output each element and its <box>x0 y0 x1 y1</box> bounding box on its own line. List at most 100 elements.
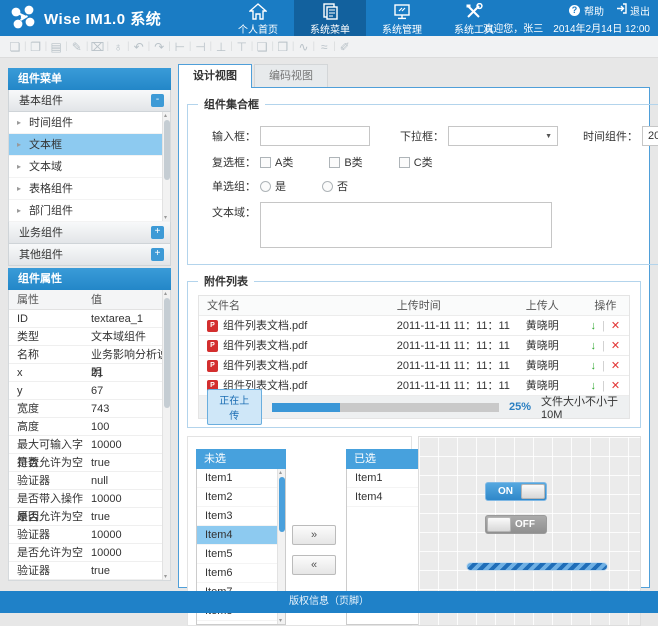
delete-icon[interactable]: ✕ <box>611 316 620 336</box>
copyright-text: 版权信息（页脚） <box>289 596 369 607</box>
table-row: P组件列表文档.pdf 2011-11-11 11：11：11 黄晓明 ↓|✕ <box>199 336 629 356</box>
align-bottom-icon[interactable]: ⊥ <box>212 40 230 54</box>
textarea-field[interactable] <box>260 202 552 248</box>
menu-item-department-component[interactable]: 部门组件 <box>9 200 170 222</box>
curve-icon[interactable]: ∿ <box>295 40 313 54</box>
publish-icon[interactable]: ♁ <box>109 40 127 54</box>
file-name[interactable]: 组件列表文档.pdf <box>223 336 307 356</box>
move-left-button[interactable]: « <box>292 555 336 575</box>
radio-option-no[interactable]: 否 <box>322 178 348 194</box>
pencil-icon[interactable]: ✐ <box>336 40 354 54</box>
toggle-knob[interactable] <box>487 517 511 532</box>
delete-icon[interactable]: ✕ <box>611 356 620 376</box>
expand-icon[interactable]: + <box>151 248 164 261</box>
dropdown-select[interactable]: ▼ <box>448 126 558 146</box>
align-top-icon[interactable]: ⊤ <box>233 40 251 54</box>
menu-item-time-component[interactable]: 时间组件 <box>9 112 170 134</box>
menu-item-textarea[interactable]: 文本域 <box>9 156 170 178</box>
nav-label: 系统管理 <box>366 21 438 36</box>
import-icon[interactable]: ❒ <box>274 40 292 54</box>
checkbox-icon[interactable] <box>329 157 340 168</box>
collapse-icon[interactable]: - <box>151 94 164 107</box>
new-file-icon[interactable]: ❏ <box>6 40 24 54</box>
property-row: 验证器true <box>9 562 170 580</box>
list-item[interactable]: Item6 <box>197 564 285 583</box>
list-item[interactable]: Item3 <box>197 507 285 526</box>
open-folder-icon[interactable]: ❐ <box>27 40 45 54</box>
app-title: Wise IM1.0 系统 <box>44 8 161 29</box>
menu-item-textbox[interactable]: 文本框 <box>9 134 170 156</box>
list-item[interactable]: Item5 <box>197 545 285 564</box>
nav-item-home[interactable]: 个人首页 <box>222 0 294 36</box>
file-name[interactable]: 组件列表文档.pdf <box>223 356 307 376</box>
help-link[interactable]: 帮助 <box>584 3 604 18</box>
download-icon[interactable]: ↓ <box>591 336 597 356</box>
nav-item-system-menu[interactable]: 系统菜单 <box>294 0 366 36</box>
expand-icon[interactable]: + <box>151 226 164 239</box>
prop-name: y <box>9 382 87 399</box>
uploading-button[interactable]: 正在上传 <box>207 389 262 425</box>
radio-icon[interactable] <box>322 181 333 192</box>
date-value: 2012-07-01 <box>648 130 658 142</box>
file-name[interactable]: 组件列表文档.pdf <box>223 316 307 336</box>
text-input[interactable] <box>260 126 370 146</box>
upload-progress-fill <box>272 403 340 412</box>
undo-icon[interactable]: ↶ <box>130 40 148 54</box>
spline-icon[interactable]: ≈ <box>315 40 333 54</box>
save-icon[interactable]: ▤ <box>47 40 65 54</box>
logout-label: 退出 <box>630 3 650 18</box>
prop-value: 文本域组件 <box>87 328 170 345</box>
list-item-selected[interactable]: Item4 <box>197 526 285 545</box>
select-label: 下拉框： <box>388 128 444 144</box>
export-icon[interactable]: ❑ <box>253 40 271 54</box>
delete-icon[interactable]: ✕ <box>611 336 620 356</box>
checkbox-icon[interactable] <box>260 157 271 168</box>
main-area: 设计视图 编码视图 组件集合框 输入框： 下拉框： ▼ 时间组件： 2012-0… <box>178 64 650 87</box>
move-right-button[interactable]: » <box>292 525 336 545</box>
checkbox-option-c[interactable]: C类 <box>399 154 433 170</box>
list-item[interactable]: Item2 <box>197 488 285 507</box>
radio-group-label: 单选组： <box>198 178 256 194</box>
delete-icon[interactable]: ⌧ <box>88 40 106 54</box>
tab-code-view[interactable]: 编码视图 <box>254 64 328 87</box>
radio-option-yes[interactable]: 是 <box>260 178 286 194</box>
download-icon[interactable]: ↓ <box>591 356 597 376</box>
align-right-icon[interactable]: ⊣ <box>191 40 209 54</box>
properties-scrollbar[interactable] <box>162 290 170 580</box>
pdf-icon: P <box>207 320 218 332</box>
upload-time: 2011-11-11 11：11：11 <box>397 336 526 355</box>
radio-icon[interactable] <box>260 181 271 192</box>
prop-value: 100 <box>87 418 170 435</box>
menu-item-table-component[interactable]: 表格组件 <box>9 178 170 200</box>
toggle-switch-on[interactable]: ON <box>485 482 547 501</box>
design-canvas: 组件集合框 输入框： 下拉框： ▼ 时间组件： 2012-07-01 复选框： … <box>178 87 650 588</box>
checkbox-option-b[interactable]: B类 <box>329 154 362 170</box>
list-item[interactable]: Item1 <box>197 469 285 488</box>
accordion-business-components[interactable]: 业务组件 + <box>8 222 171 244</box>
accordion-other-components[interactable]: 其他组件 + <box>8 244 171 266</box>
menu-scrollbar[interactable] <box>162 112 170 221</box>
edit-icon[interactable]: ✎ <box>68 40 86 54</box>
prop-name: 类型 <box>9 328 87 345</box>
checkbox-icon[interactable] <box>399 157 410 168</box>
toggle-switch-off[interactable]: OFF <box>485 515 547 534</box>
checkbox-option-a[interactable]: A类 <box>260 154 293 170</box>
align-left-icon[interactable]: ⊢ <box>171 40 189 54</box>
accordion-basic-components[interactable]: 基本组件 - <box>8 90 171 112</box>
redo-icon[interactable]: ↷ <box>150 40 168 54</box>
unselected-list-title: 未选 <box>196 449 286 469</box>
logout-link[interactable]: 退出 <box>616 3 650 18</box>
toggle-knob[interactable] <box>521 484 545 499</box>
tab-design-view[interactable]: 设计视图 <box>178 64 252 88</box>
property-row: 类型文本域组件 <box>9 328 170 346</box>
accordion-label: 其他组件 <box>19 245 63 265</box>
pdf-icon: P <box>207 360 218 372</box>
prop-value: 21 <box>87 364 170 381</box>
nav-item-system-management[interactable]: 系统管理 <box>366 0 438 36</box>
sidebar: 组件菜单 基本组件 - 时间组件 文本框 文本域 表格组件 部门组件 业务组件 … <box>8 68 171 581</box>
property-row: 是否允许为空true <box>9 454 170 472</box>
top-nav: 个人首页 系统菜单 系统管理 系统工具 <box>222 0 510 36</box>
download-icon[interactable]: ↓ <box>591 316 597 336</box>
ops-divider: | <box>602 356 605 376</box>
date-picker[interactable]: 2012-07-01 <box>642 126 658 146</box>
